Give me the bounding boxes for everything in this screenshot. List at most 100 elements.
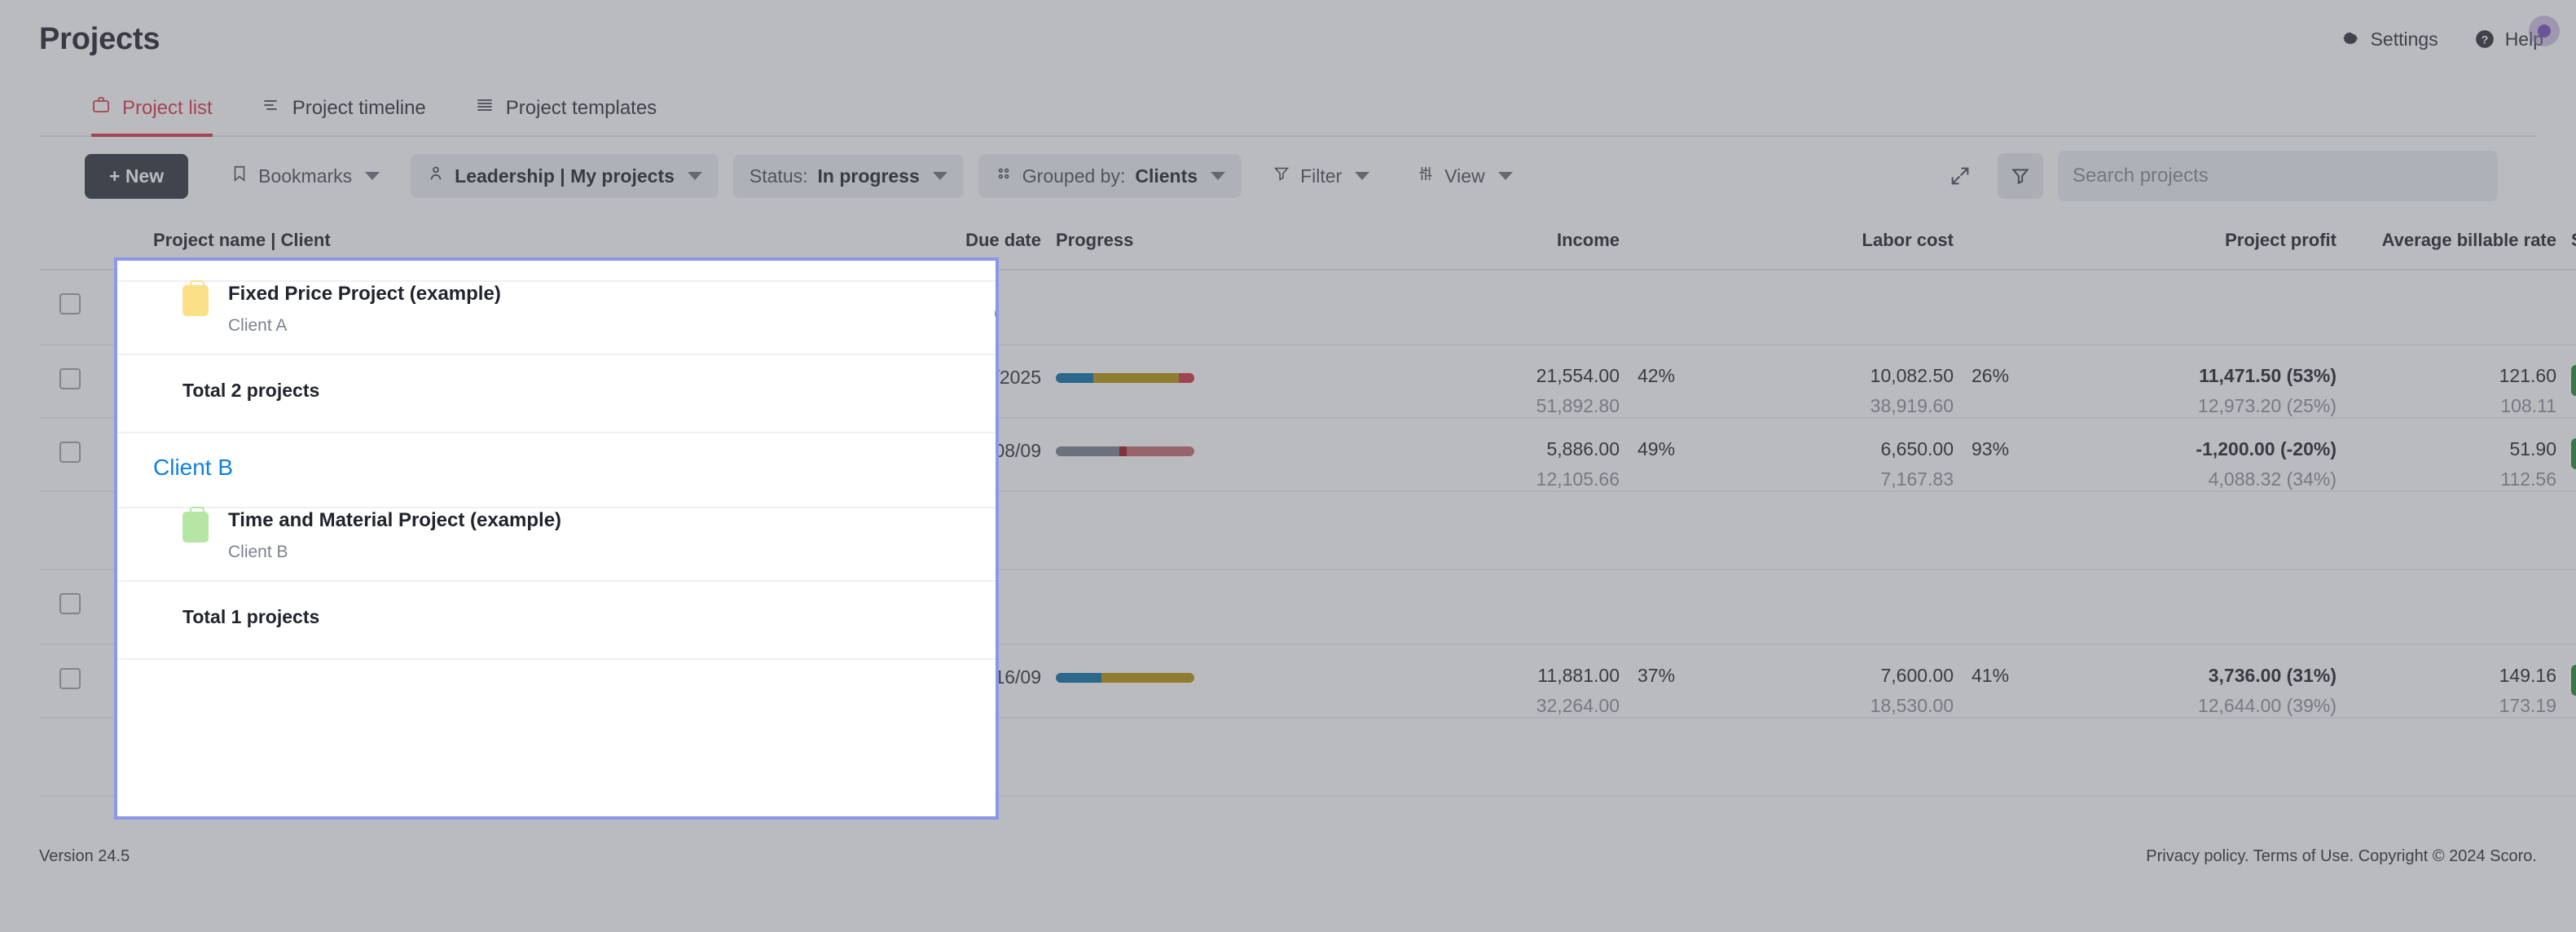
tab-project-templates[interactable]: Project templates: [475, 95, 657, 135]
income-pct-cell: 49%: [1620, 418, 1709, 492]
status-cell: In progress: [2556, 345, 2576, 419]
row-checkbox-cell[interactable]: [39, 418, 101, 492]
project-color-swatch-icon: [182, 280, 209, 316]
income-cell: 11,881.00 32,264.00: [1351, 644, 1620, 719]
table-row[interactable]: Time and Material Project (example) Clien…: [117, 507, 996, 582]
search-input[interactable]: [2073, 165, 2483, 187]
project-profit-value: 11,471.50 (53%): [2199, 365, 2336, 386]
income-cell: 21,554.00 51,892.80: [1351, 345, 1620, 419]
table-row[interactable]: Fixed Price Project (example) Client A 08/…: [117, 280, 996, 355]
timeline-icon: [262, 95, 281, 121]
avg-billable-rate-cell: 51.90 112.56: [2336, 418, 2556, 492]
labor-cost-value: 6,650.00: [1880, 438, 1954, 459]
view-settings-dropdown[interactable]: View: [1400, 154, 1528, 198]
row-checkbox[interactable]: [59, 668, 81, 689]
grouped-by-dropdown[interactable]: Grouped by: Clients: [978, 154, 1242, 198]
status-badge[interactable]: In progress: [2571, 365, 2576, 396]
labor-cost-cell: 10,082.50 38,919.60: [1709, 345, 1954, 419]
project-name-cell: Fixed Price Project (example) Client A: [153, 280, 805, 355]
income-secondary-value: 32,264.00: [1536, 695, 1620, 716]
group-checkbox[interactable]: [59, 593, 81, 614]
project-name-link[interactable]: Time and Material Project (example): [228, 509, 561, 531]
highlight-spotlight: Project name | Client Due date Progress …: [114, 257, 999, 820]
project-name-link[interactable]: Fixed Price Project (example): [228, 283, 501, 305]
progress-bar: [1056, 446, 1194, 456]
gear-icon: [2340, 29, 2361, 50]
project-profit-value: 3,736.00 (31%): [2208, 665, 2336, 686]
status-badge[interactable]: In progress: [2571, 438, 2576, 469]
total-spacer-cell: [117, 354, 153, 433]
due-date-value: 08/09: [805, 282, 996, 325]
avg-billable-rate-value: 51.90: [2509, 438, 2556, 459]
table-row[interactable]: Retainer Project (example)Client A28/02/…: [117, 261, 996, 282]
row-spacer-cell: [117, 281, 153, 355]
total-label-cell: Total 2 projects: [153, 354, 996, 433]
version-label: Version 24.5: [39, 847, 130, 865]
tab-project-list[interactable]: Project list: [91, 95, 213, 137]
income-pct-value: 49%: [1637, 438, 1676, 459]
income-pct-cell: 37%: [1620, 644, 1709, 719]
group-total-label: Total 2 projects: [182, 380, 320, 401]
view-scope-dropdown[interactable]: Leadership | My projects: [411, 154, 719, 198]
project-profit-value: -1,200.00 (-20%): [2196, 438, 2336, 459]
column-project-profit[interactable]: Project profit: [2043, 215, 2336, 270]
view-scope-value: Leadership | My projects: [455, 165, 675, 187]
labor-pct-cell: 93%: [1954, 418, 2043, 492]
project-client-label: Client B: [228, 543, 288, 561]
income-secondary-value: 12,105.66: [1536, 468, 1620, 490]
total-checkbox-cell: [39, 491, 101, 570]
funnel-icon: [1273, 165, 1290, 187]
project-client-label: Client A: [228, 261, 475, 262]
sliders-icon: [1417, 165, 1435, 187]
column-progress[interactable]: Progress: [1041, 215, 1351, 270]
spotlight-card: Project name | Client Due date Progress …: [117, 261, 996, 660]
group-total-label: Total 1 projects: [182, 606, 320, 627]
search-funnel-icon[interactable]: [1998, 153, 2043, 199]
app-root: Projects Settings ? Help Project list Pr…: [0, 0, 2576, 932]
column-avg-billable-rate[interactable]: Average billable rate: [2336, 215, 2556, 270]
progress-cell: [1041, 644, 1351, 719]
bookmarks-dropdown[interactable]: Bookmarks: [214, 154, 396, 198]
group-total-row: Total 2 projects: [117, 354, 996, 433]
labor-pct-cell: 41%: [1954, 644, 2043, 719]
labor-cost-secondary-value: 18,530.00: [1870, 695, 1954, 716]
column-labor-cost[interactable]: Labor cost: [1709, 215, 1954, 270]
row-checkbox-cell[interactable]: [39, 345, 101, 419]
filter-dropdown[interactable]: Filter: [1256, 154, 1386, 198]
bookmark-icon: [231, 165, 248, 187]
income-pct-value: 42%: [1637, 365, 1676, 386]
income-value: 11,881.00: [1537, 665, 1620, 686]
group-checkbox-cell[interactable]: [39, 569, 101, 645]
status-badge[interactable]: In progress: [2571, 665, 2576, 696]
avg-billable-rate-value: 149.16: [2499, 665, 2556, 686]
settings-button[interactable]: Settings: [2340, 29, 2438, 51]
column-income[interactable]: Income: [1351, 215, 1620, 270]
settings-label: Settings: [2370, 28, 2438, 50]
avg-billable-rate-secondary-value: 108.11: [2500, 395, 2556, 416]
svg-text:?: ?: [2481, 33, 2488, 46]
row-checkbox[interactable]: [59, 442, 81, 463]
progress-segment: [1056, 446, 1120, 456]
total-spacer-cell: [117, 581, 153, 660]
column-status[interactable]: Status: [2556, 215, 2576, 270]
tab-project-timeline[interactable]: Project timeline: [262, 95, 426, 135]
group-checkbox[interactable]: [59, 293, 81, 314]
page-title: Projects: [39, 21, 160, 56]
labor-cost-value: 10,082.50: [1870, 365, 1954, 386]
row-checkbox[interactable]: [59, 368, 81, 389]
new-button[interactable]: + New: [85, 153, 189, 199]
labor-cost-secondary-value: 38,919.60: [1870, 395, 1954, 416]
status-filter-dropdown[interactable]: Status: In progress: [732, 154, 964, 198]
group-name-link[interactable]: Client B: [153, 433, 996, 481]
group-total-row: Total 1 projects: [117, 581, 996, 660]
help-button[interactable]: ? Help: [2474, 15, 2560, 51]
due-date-value: 16/09: [805, 508, 996, 552]
due-date-cell: 08/09: [805, 281, 996, 355]
row-spacer-cell: [117, 508, 153, 582]
search-box[interactable]: [2058, 151, 2498, 201]
expand-icon[interactable]: [1937, 153, 1983, 199]
row-checkbox-cell[interactable]: [39, 644, 101, 719]
group-checkbox-cell[interactable]: [39, 270, 101, 345]
labor-pct-value: 26%: [1972, 365, 2010, 386]
project-profit-cell: 3,736.00 (31%) 12,644.00 (39%): [2043, 644, 2336, 719]
